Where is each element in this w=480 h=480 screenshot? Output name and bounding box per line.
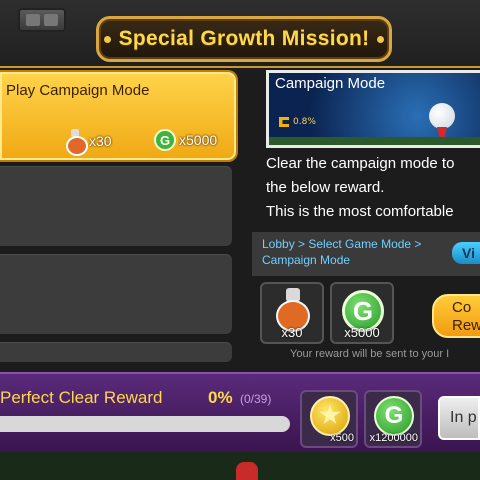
reward-note: Your reward will be sent to your I <box>290 348 450 360</box>
title-plate: Special Growth Mission! <box>96 16 392 62</box>
reward-qty: x1200000 <box>369 432 418 444</box>
page-title: Special Growth Mission! <box>118 27 370 50</box>
reward-qty: x30 <box>281 325 303 340</box>
banner-title: Campaign Mode <box>275 75 386 92</box>
potion-icon <box>64 129 88 156</box>
perfect-clear-progress <box>0 416 290 432</box>
mission-card-empty[interactable] <box>0 166 232 246</box>
mission-reward-potion: x30 <box>64 129 112 156</box>
mission-banner: Campaign Mode 0.8% <box>266 70 480 148</box>
title-dot-icon <box>103 35 111 43</box>
description-line: Clear the campaign mode to <box>266 155 455 172</box>
reward-qty: x500 <box>330 432 354 444</box>
mission-list: Play Campaign Mode x30 G x5000 <box>0 72 236 362</box>
mission-card-empty[interactable] <box>0 342 232 362</box>
reward-slot-potion: x30 <box>260 282 324 344</box>
reward-qty: x5000 <box>179 132 218 148</box>
campaign-icon <box>279 117 289 127</box>
mission-card-empty[interactable] <box>0 254 232 334</box>
star-coin-icon <box>310 396 350 436</box>
g-coin-icon: G <box>154 129 176 151</box>
perfect-clear-bar: Perfect Clear Reward 0% (0/39) x500 G x1… <box>0 372 480 452</box>
perfect-reward-gcoin: G x1200000 <box>364 390 422 448</box>
golf-ball-icon <box>429 103 455 129</box>
perfect-clear-percent: 0% <box>208 388 233 407</box>
reward-slot-gcoin: G x5000 <box>330 282 394 344</box>
perfect-clear-count: (0/39) <box>240 392 272 406</box>
in-progress-button[interactable]: In p <box>438 396 480 440</box>
reward-qty: x30 <box>89 133 112 149</box>
mission-name: Play Campaign Mode <box>6 82 150 99</box>
reward-qty: x5000 <box>344 325 380 340</box>
navigation-path: Lobby > Select Game Mode > Campaign Mode <box>262 237 422 267</box>
mission-reward-gcoin: G x5000 <box>154 129 217 151</box>
g-coin-icon: G <box>374 396 414 436</box>
grass-decoration <box>269 137 480 145</box>
background-scene <box>0 452 480 480</box>
title-dot-icon <box>377 35 385 43</box>
mission-description: Clear the campaign mode to the below rew… <box>266 152 480 224</box>
navigation-path-box: Lobby > Select Game Mode > Campaign Mode… <box>252 232 480 276</box>
perfect-clear-label: Perfect Clear Reward <box>0 388 163 407</box>
perfect-reward-star: x500 <box>300 390 358 448</box>
description-line: This is the most comfortable <box>266 203 454 220</box>
menu-button[interactable] <box>18 8 66 32</box>
banner-progress: 0.8% <box>279 117 316 127</box>
collect-reward-button[interactable]: Co Rew <box>432 294 480 338</box>
description-line: the below reward. <box>266 179 385 196</box>
mission-detail-panel: Campaign Mode 0.8% Clear the campaign mo… <box>252 66 480 366</box>
flag-decoration <box>236 462 258 480</box>
view-button[interactable]: Vi <box>452 242 480 264</box>
banner-progress-value: 0.8% <box>293 117 316 127</box>
mission-card-campaign[interactable]: Play Campaign Mode x30 G x5000 <box>0 72 236 160</box>
top-bar: Special Growth Mission! <box>0 0 480 68</box>
